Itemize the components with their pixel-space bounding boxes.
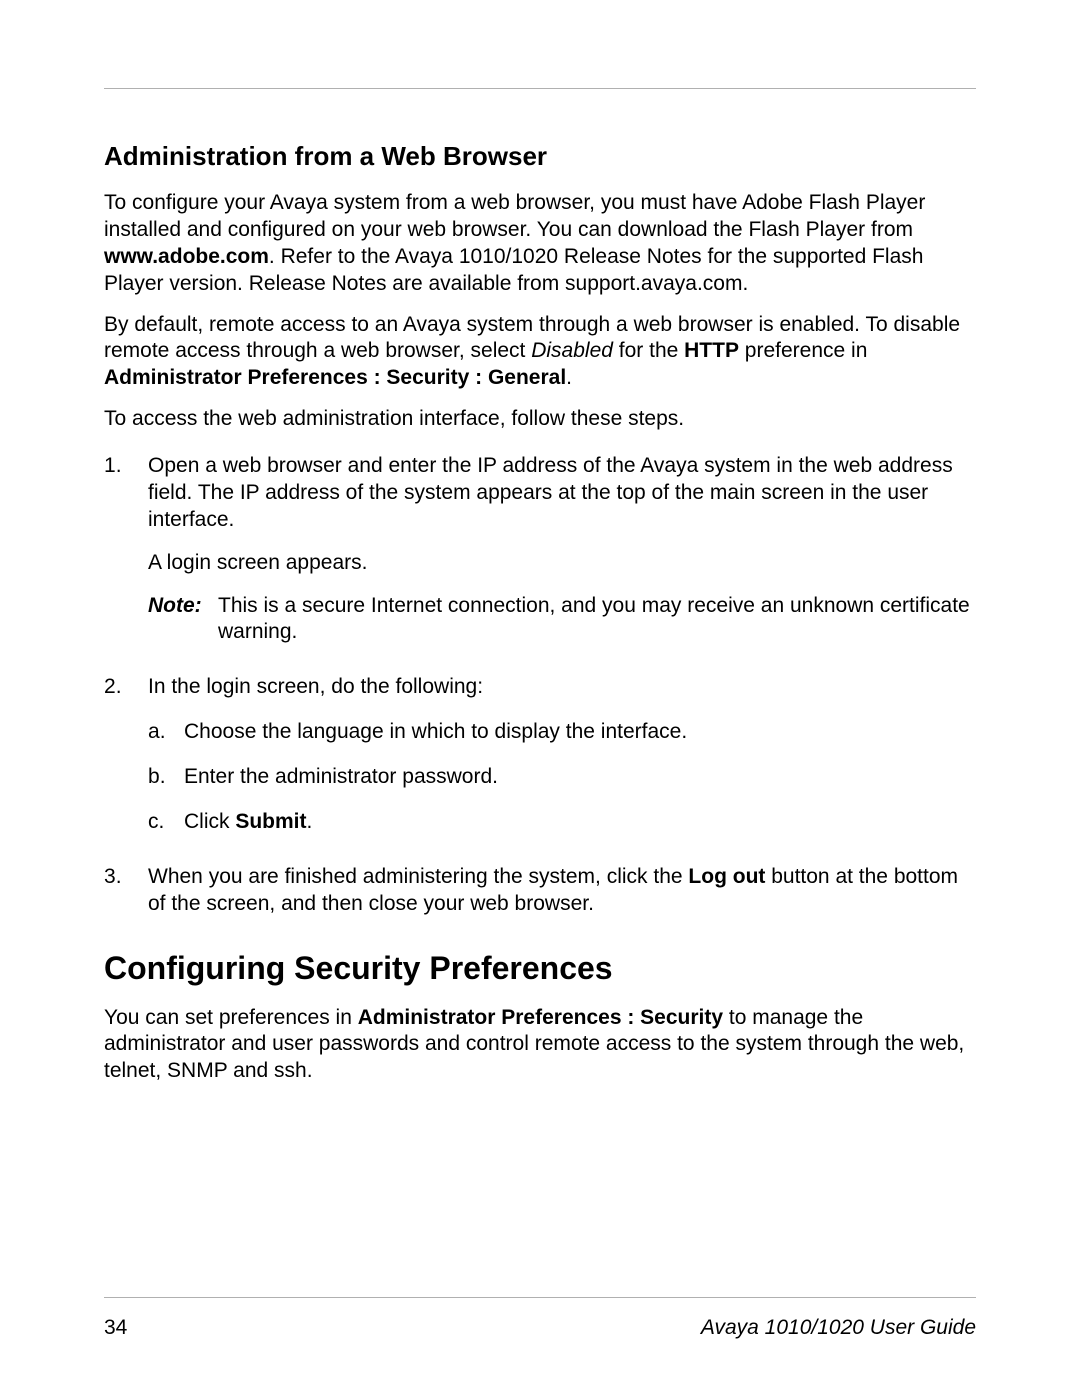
- bold-text: HTTP: [684, 339, 739, 362]
- bold-text: Administrator Preferences : Security : G…: [104, 366, 566, 389]
- bold-text: Administrator Preferences : Security: [358, 1006, 723, 1029]
- note-label: Note:: [148, 593, 218, 647]
- paragraph: To configure your Avaya system from a we…: [104, 190, 976, 298]
- top-rule: [104, 88, 976, 89]
- substep-c: Click Submit.: [148, 809, 976, 836]
- step-1: Open a web browser and enter the IP addr…: [104, 453, 976, 646]
- step-3: When you are finished administering the …: [104, 864, 976, 918]
- italic-text: Disabled: [531, 339, 613, 362]
- text: You can set preferences in: [104, 1006, 358, 1029]
- bold-text: www.adobe.com: [104, 245, 269, 268]
- note-text: This is a secure Internet connection, an…: [218, 593, 976, 647]
- text: When you are finished administering the …: [148, 865, 688, 888]
- text: preference in: [739, 339, 867, 362]
- page-footer: 34 Avaya 1010/1020 User Guide: [104, 1316, 976, 1340]
- section-heading-security: Configuring Security Preferences: [104, 950, 976, 987]
- substep-a: Choose the language in which to display …: [148, 719, 976, 746]
- text: for the: [613, 339, 684, 362]
- section-heading-admin-browser: Administration from a Web Browser: [104, 141, 976, 172]
- bold-text: Log out: [688, 865, 765, 888]
- text: To configure your Avaya system from a we…: [104, 191, 925, 241]
- text: Click: [184, 810, 235, 833]
- ordered-steps: Open a web browser and enter the IP addr…: [104, 453, 976, 918]
- guide-name: Avaya 1010/1020 User Guide: [701, 1316, 976, 1340]
- paragraph: By default, remote access to an Avaya sy…: [104, 312, 976, 393]
- text: .: [307, 810, 313, 833]
- alpha-list: Choose the language in which to display …: [148, 719, 976, 836]
- page-number: 34: [104, 1316, 127, 1340]
- bottom-rule: [104, 1297, 976, 1298]
- paragraph: To access the web administration interfa…: [104, 406, 976, 433]
- step-2: In the login screen, do the following: C…: [104, 674, 976, 836]
- paragraph: You can set preferences in Administrator…: [104, 1005, 976, 1086]
- substep-b: Enter the administrator password.: [148, 764, 976, 791]
- text: .: [566, 366, 572, 389]
- step-text: Open a web browser and enter the IP addr…: [148, 453, 976, 534]
- step-subtext: A login screen appears.: [148, 550, 976, 577]
- bold-text: Submit: [235, 810, 306, 833]
- note-block: Note: This is a secure Internet connecti…: [148, 593, 976, 647]
- step-text: In the login screen, do the following:: [148, 674, 976, 701]
